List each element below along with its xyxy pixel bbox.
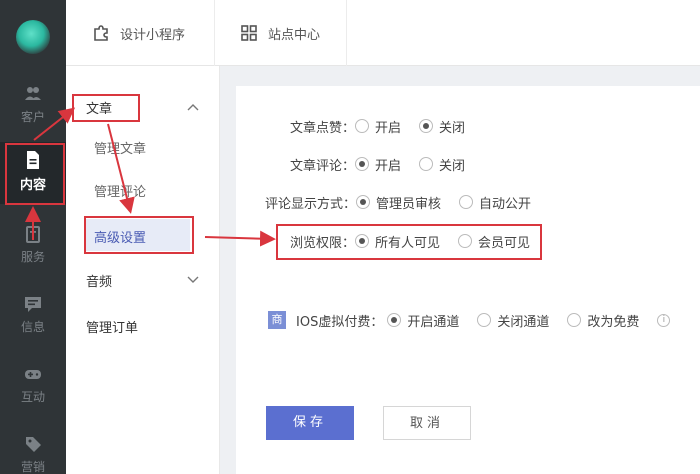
chevron-up-icon[interactable] [187, 103, 199, 111]
sidebar-item-label: 管理订单 [86, 321, 139, 336]
browse-permission-label: 浏览权限： [290, 235, 356, 251]
nav-site-center[interactable]: 站点中心 [240, 0, 320, 66]
message-icon [25, 297, 41, 312]
option-label: 自动公开 [479, 196, 532, 212]
content-sidebar: 文章 管理文章 管理评论 高级设置 音频 管理订单 [66, 66, 220, 474]
radio-comment-off[interactable] [419, 157, 434, 171]
rail-label-customer: 客户 [20, 110, 45, 124]
option-label: 所有人可见 [375, 235, 441, 251]
comment-display-label: 评论显示方式： [265, 196, 357, 212]
info-icon[interactable]: i [657, 313, 671, 327]
sidebar-item-label: 管理评论 [94, 185, 147, 200]
nav-design-miniprogram[interactable]: 设计小程序 [92, 0, 185, 66]
document-icon [27, 151, 39, 169]
sidebar-item-advanced-settings[interactable]: 高级设置 [86, 219, 190, 251]
service-icon [26, 226, 40, 243]
sidebar-item-label: 管理文章 [94, 142, 147, 157]
rail-item-interact[interactable]: 互动 [0, 356, 66, 418]
ios-option-free[interactable]: 改为免费 [567, 311, 639, 330]
row-browse-permission: 浏览权限： 所有人可见 会员可见 [290, 230, 548, 252]
customer-icon [25, 87, 41, 100]
radio-display-public[interactable] [459, 195, 474, 209]
radio-comment-on[interactable] [355, 157, 370, 171]
browse-permission-option-all[interactable]: 所有人可见 [355, 232, 440, 251]
option-label: 管理员审核 [376, 196, 442, 212]
ios-option-open[interactable]: 开启通道 [387, 311, 459, 330]
option-label: 会员可见 [478, 235, 531, 251]
radio-display-review[interactable] [356, 195, 371, 209]
ios-payment-label: IOS虚拟付费： [296, 314, 384, 330]
rail-label-interact: 互动 [20, 390, 45, 404]
comment-display-option-public[interactable]: 自动公开 [459, 193, 531, 212]
app-logo [16, 20, 50, 54]
rail-label-marketing: 营销 [20, 460, 45, 474]
radio-ios-close[interactable] [477, 313, 492, 327]
sidebar-group-article[interactable]: 文章 [86, 98, 112, 117]
radio-perm-all[interactable] [355, 234, 370, 248]
chevron-down-icon[interactable] [187, 276, 199, 284]
radio-perm-member[interactable] [458, 234, 473, 248]
radio-like-on[interactable] [355, 119, 370, 133]
nav-site-label: 站点中心 [268, 27, 321, 43]
sidebar-item-label: 高级设置 [94, 231, 147, 246]
radio-like-off[interactable] [419, 119, 434, 133]
rail-item-marketing[interactable]: 营销 [0, 426, 66, 474]
rail-item-message[interactable]: 信息 [0, 286, 66, 348]
row-comment-display: 评论显示方式： 管理员审核 自动公开 [265, 191, 549, 213]
row-article-comments: 文章评论： 开启 关闭 [290, 153, 483, 175]
browse-permission-option-member[interactable]: 会员可见 [458, 232, 530, 251]
save-button[interactable]: 保存 [266, 406, 354, 440]
gamepad-icon [25, 370, 41, 379]
option-label: 开启 [375, 120, 402, 136]
article-likes-option-off[interactable]: 关闭 [419, 117, 465, 136]
cancel-button[interactable]: 取消 [383, 406, 471, 440]
article-likes-label: 文章点赞： [290, 120, 356, 136]
sidebar-group-audio[interactable]: 音频 [86, 271, 112, 290]
option-label: 关闭通道 [497, 314, 550, 330]
row-ios-virtual-payment: 商 IOS虚拟付费： 开启通道 关闭通道 改为免费 i [268, 309, 671, 331]
sidebar-item-manage-orders[interactable]: 管理订单 [86, 317, 138, 336]
comment-display-option-review[interactable]: 管理员审核 [356, 193, 441, 212]
top-bar: 设计小程序 站点中心 [66, 0, 700, 66]
sidebar-group-audio-label: 音频 [86, 275, 113, 290]
tag-icon [26, 437, 41, 452]
radio-ios-free[interactable] [567, 313, 582, 327]
rail-label-service: 服务 [20, 250, 45, 264]
top-divider [346, 0, 347, 66]
option-label: 改为免费 [587, 314, 640, 330]
option-label: 关闭 [439, 158, 466, 174]
row-article-likes: 文章点赞： 开启 关闭 [290, 115, 483, 137]
option-label: 开启通道 [407, 314, 460, 330]
rail-item-customer[interactable]: 客户 [0, 76, 66, 138]
sidebar-item-manage-comments[interactable]: 管理评论 [94, 181, 146, 200]
article-comments-option-off[interactable]: 关闭 [419, 155, 465, 174]
rail-item-service[interactable]: 服务 [0, 216, 66, 278]
top-divider [214, 0, 215, 66]
rail-item-content[interactable]: 内容 [0, 142, 66, 204]
nav-design-label: 设计小程序 [120, 27, 186, 43]
left-rail: 客户 内容 服务 信息 互动 营销 [0, 0, 66, 474]
option-label: 开启 [375, 158, 402, 174]
radio-ios-open[interactable] [387, 313, 402, 327]
puzzle-icon [94, 25, 108, 41]
article-likes-option-on[interactable]: 开启 [355, 117, 401, 136]
option-label: 关闭 [439, 120, 466, 136]
rail-label-content: 内容 [19, 178, 46, 193]
article-comments-label: 文章评论： [290, 158, 356, 174]
ios-option-close[interactable]: 关闭通道 [477, 311, 549, 330]
rail-label-message: 信息 [20, 320, 45, 334]
sidebar-group-article-label: 文章 [86, 102, 113, 117]
grid-icon [241, 25, 257, 41]
article-comments-option-on[interactable]: 开启 [355, 155, 401, 174]
merchant-badge-icon: 商 [268, 311, 286, 329]
sidebar-item-manage-articles[interactable]: 管理文章 [94, 138, 146, 157]
